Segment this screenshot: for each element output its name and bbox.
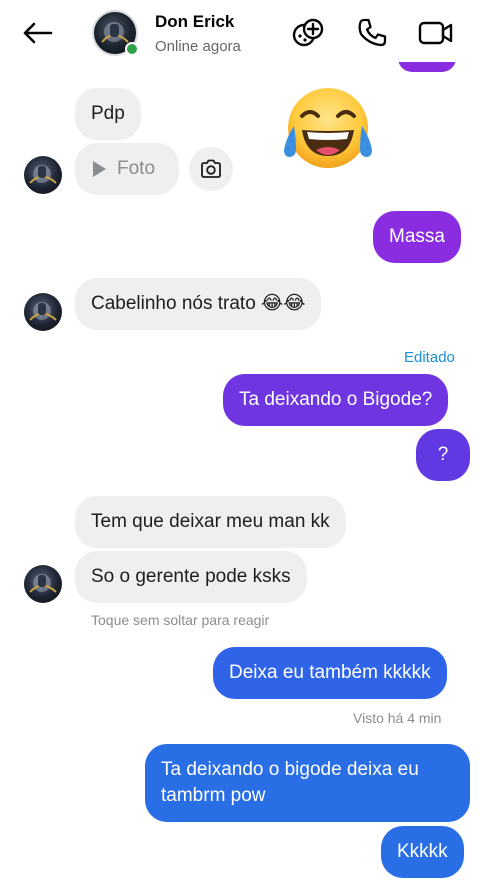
message-text: Tem que deixar meu man kk [91, 511, 330, 532]
message-bubble-outgoing[interactable]: ? [416, 429, 470, 481]
message-text: ? [437, 444, 449, 465]
seen-receipt: Visto há 4 min [353, 710, 442, 726]
back-arrow-icon [23, 22, 53, 44]
games-button[interactable] [289, 14, 327, 52]
contact-avatar[interactable] [92, 10, 139, 56]
message-text: Ta deixando o Bigode? [239, 389, 433, 410]
message-bubble-incoming[interactable]: Cabelinho nós trato 😂😂 [75, 278, 322, 330]
camera-reply-button[interactable] [189, 147, 233, 191]
previous-message-tail [398, 58, 456, 72]
message-text: Deixa eu também kkkkk [229, 662, 431, 683]
message-text-line-2: tambrm pow [161, 785, 266, 806]
laughing-emoji[interactable] [280, 86, 380, 176]
sender-avatar[interactable] [24, 565, 62, 603]
phone-icon [358, 18, 387, 47]
photo-label: Foto [117, 158, 156, 179]
message-text-line-1: Ta deixando o bigode deixa eu [161, 759, 419, 780]
message-bubble-outgoing[interactable]: Kkkkk [381, 826, 464, 878]
message-bubble-outgoing[interactable]: Deixa eu também kkkkk [213, 647, 447, 699]
laughing-emoji-icon [284, 88, 372, 168]
audio-call-button[interactable] [353, 14, 391, 52]
chat-header: Don Erick Online agora [0, 0, 480, 66]
video-camera-icon [418, 21, 453, 45]
sender-avatar[interactable] [24, 293, 62, 331]
game-controller-icon [292, 18, 324, 47]
sender-avatar[interactable] [24, 156, 62, 194]
message-bubble-incoming[interactable]: Tem que deixar meu man kk [75, 496, 346, 548]
photo-attachment-bubble[interactable]: Foto [75, 143, 179, 195]
message-text: Cabelinho nós trato 😂😂 [91, 293, 306, 314]
message-bubble-incoming[interactable]: Pdp [75, 88, 141, 140]
message-bubble-outgoing[interactable]: Ta deixando o Bigode? [223, 374, 449, 426]
contact-name[interactable]: Don Erick [155, 12, 234, 32]
edited-label[interactable]: Editado [404, 349, 455, 366]
message-bubble-outgoing[interactable]: Massa [373, 211, 461, 263]
message-text: So o gerente pode ksks [91, 566, 291, 587]
play-icon [93, 161, 106, 177]
message-text: Pdp [91, 103, 125, 124]
message-bubble-outgoing[interactable]: Ta deixando o bigode deixa eu tambrm pow [145, 744, 470, 822]
camera-icon [201, 159, 221, 178]
online-indicator [125, 42, 139, 56]
message-bubble-incoming[interactable]: So o gerente pode ksks [75, 551, 307, 603]
react-hint: Toque sem soltar para reagir [91, 612, 270, 628]
video-call-button[interactable] [417, 14, 455, 52]
contact-status: Online agora [155, 38, 241, 55]
back-button[interactable] [18, 16, 56, 50]
message-text: Massa [389, 226, 445, 247]
message-text: Kkkkk [397, 841, 448, 862]
